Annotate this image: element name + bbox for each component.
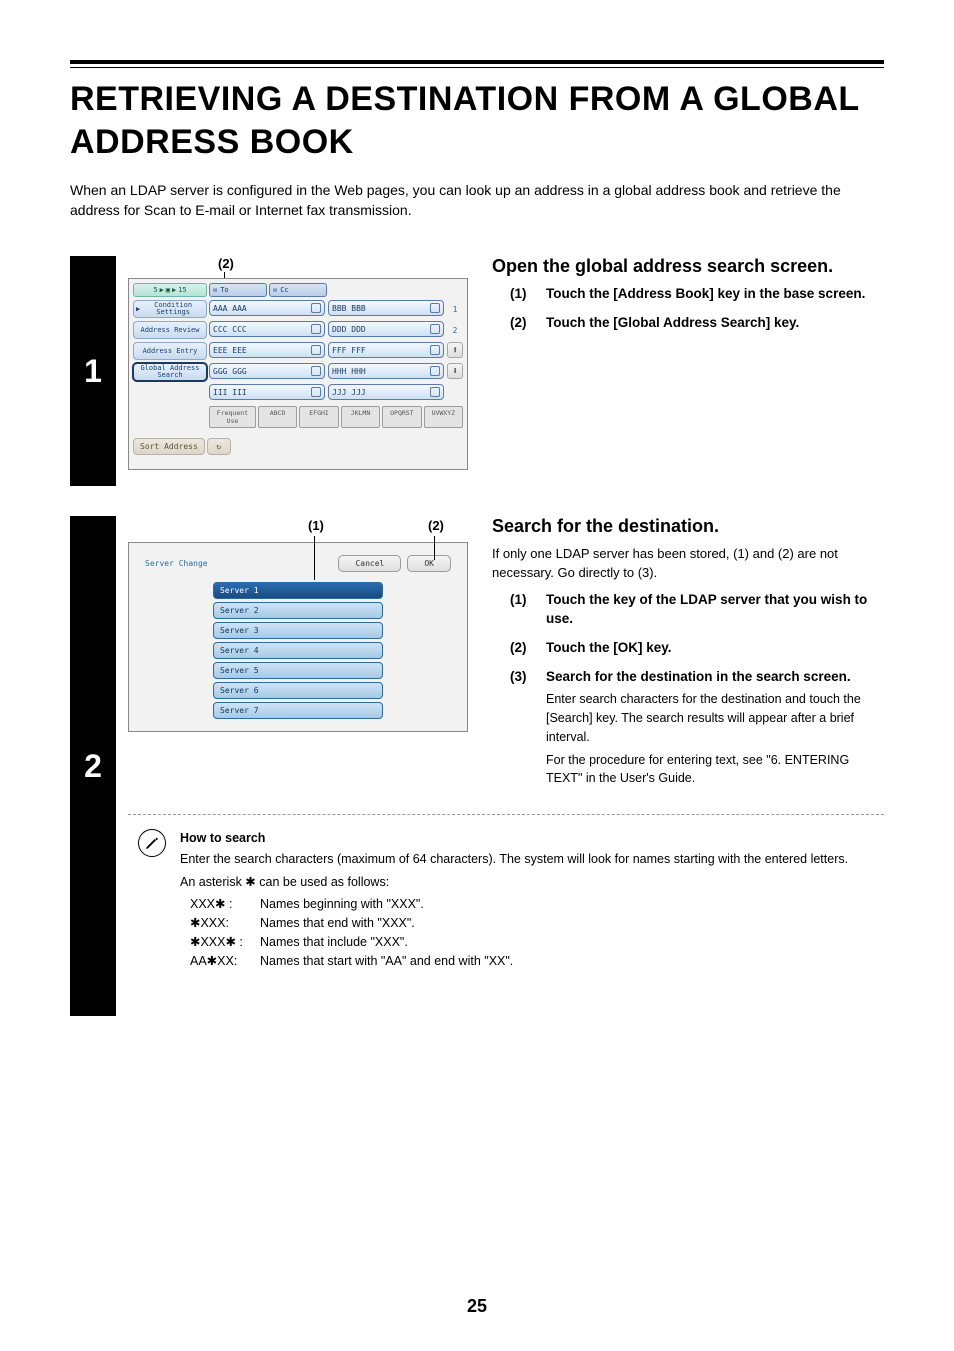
mail-icon: ✉: [273, 286, 277, 294]
server-6[interactable]: Server 6: [213, 682, 383, 699]
tab-jklmn[interactable]: JKLMN: [341, 406, 380, 428]
callout-2-label: (2): [428, 518, 444, 533]
side-address-review[interactable]: Address Review: [133, 321, 207, 339]
page-indicator: 1: [447, 300, 463, 318]
tab-frequent-use[interactable]: Frequent Use: [209, 406, 256, 428]
chevron-right-icon: ▶: [172, 286, 176, 294]
cc-button[interactable]: ✉ Cc: [269, 283, 327, 297]
step-2-lead: If only one LDAP server has been stored,…: [492, 545, 884, 583]
refresh-icon: ↻: [216, 442, 221, 451]
server-3[interactable]: Server 3: [213, 622, 383, 639]
note-heading: How to search: [180, 829, 848, 848]
mail-icon: ✉: [213, 286, 217, 294]
step-2-heading: Search for the destination.: [492, 516, 884, 537]
intro-paragraph: When an LDAP server is configured in the…: [70, 181, 884, 220]
step-2-row: 2 (1) (2) Server Change Cancel OK: [70, 516, 884, 1016]
mail-icon: [311, 387, 321, 397]
callout-2-label: (2): [218, 256, 234, 271]
asterisk-table: XXX✱ :Names beginning with "XXX". ✱XXX:N…: [180, 895, 848, 970]
tab-abcd[interactable]: ABCD: [258, 406, 297, 428]
tab-efghi[interactable]: EFGHI: [299, 406, 338, 428]
top-count-badge[interactable]: 5 ▶ ▣ ▶ 15: [133, 283, 207, 297]
mail-icon: [430, 324, 440, 334]
top-count-2: 15: [178, 286, 186, 294]
address-jjj[interactable]: JJJ JJJ: [328, 384, 444, 400]
server-4[interactable]: Server 4: [213, 642, 383, 659]
pencil-icon: [144, 835, 160, 851]
top-count-1: 5: [153, 286, 157, 294]
scroll-up-button[interactable]: ⬆: [447, 342, 463, 358]
step-1-screenshot: (2) 5 ▶ ▣ ▶ 15 ✉: [128, 256, 468, 470]
refresh-button[interactable]: ↻: [207, 438, 231, 455]
ok-button[interactable]: OK: [407, 555, 451, 572]
cc-label: Cc: [280, 286, 288, 294]
address-fff[interactable]: FFF FFF: [328, 342, 444, 358]
mail-icon: [311, 303, 321, 313]
tab-uvwxyz[interactable]: UVWXYZ: [424, 406, 463, 428]
server-change-label: Server Change: [145, 559, 208, 568]
dashed-separator: [128, 814, 884, 815]
side-address-entry[interactable]: Address Entry: [133, 342, 207, 360]
callout-2-line: [434, 536, 435, 560]
step-1-row: 1 (2) 5 ▶ ▣ ▶ 15: [70, 256, 884, 486]
side-global-address-search[interactable]: Global Address Search: [133, 363, 207, 381]
step-1-number: 1: [70, 256, 116, 486]
step-2-number: 2: [70, 516, 116, 1016]
cancel-button[interactable]: Cancel: [338, 555, 401, 572]
how-to-search-note: How to search Enter the search character…: [138, 829, 884, 970]
address-ddd[interactable]: DDD DDD: [328, 321, 444, 337]
step-2-item-2: (2) Touch the [OK] key.: [492, 639, 884, 658]
arrow-down-icon: ⬇: [452, 366, 458, 377]
address-aaa[interactable]: AAA AAA: [209, 300, 325, 316]
globe-icon: [430, 303, 440, 313]
arrow-up-icon: ⬆: [452, 345, 458, 356]
note-icon: [138, 829, 166, 857]
address-iii[interactable]: III III: [209, 384, 325, 400]
address-bbb[interactable]: BBB BBB: [328, 300, 444, 316]
page-title: RETRIEVING A DESTINATION FROM A GLOBAL A…: [70, 78, 884, 163]
step-2-screenshot: (1) (2) Server Change Cancel OK Server 1: [128, 516, 468, 798]
scroll-down-button[interactable]: ⬇: [447, 363, 463, 379]
side-condition-settings[interactable]: ▶ Condition Settings: [133, 300, 207, 318]
note-body-text: Enter the search characters (maximum of …: [180, 850, 848, 869]
address-eee[interactable]: EEE EEE: [209, 342, 325, 358]
step-2-item-1: (1) Touch the key of the LDAP server tha…: [492, 591, 884, 629]
page-indicator: 2: [447, 321, 463, 339]
phone-icon: [311, 345, 321, 355]
callout-1-label: (1): [308, 518, 324, 533]
server-2[interactable]: Server 2: [213, 602, 383, 619]
page-number: 25: [0, 1296, 954, 1317]
note-asterisk-intro: An asterisk ✱ can be used as follows:: [180, 873, 848, 892]
chevron-right-icon: ▶: [160, 286, 164, 294]
to-button[interactable]: ✉ To: [209, 283, 267, 297]
sort-address-button[interactable]: Sort Address: [133, 438, 205, 455]
phone-icon: [430, 387, 440, 397]
to-label: To: [220, 286, 228, 294]
globe-icon: [430, 366, 440, 376]
step-1-item-1: (1) Touch the [Address Book] key in the …: [492, 285, 884, 304]
step-2-item-3-after1: Enter search characters for the destinat…: [546, 690, 884, 746]
server-7[interactable]: Server 7: [213, 702, 383, 719]
mail-icon: [311, 366, 321, 376]
step-1-heading: Open the global address search screen.: [492, 256, 884, 277]
title-rule: [70, 60, 884, 68]
phone-icon: [311, 324, 321, 334]
step-1-item-2: (2) Touch the [Global Address Search] ke…: [492, 314, 884, 333]
address-ggg[interactable]: GGG GGG: [209, 363, 325, 379]
step-2-item-3-after2: For the procedure for entering text, see…: [546, 751, 884, 789]
callout-1-line: [314, 536, 315, 580]
address-hhh[interactable]: HHH HHH: [328, 363, 444, 379]
tab-opqrst[interactable]: OPQRST: [382, 406, 421, 428]
server-5[interactable]: Server 5: [213, 662, 383, 679]
server-1[interactable]: Server 1: [213, 582, 383, 599]
book-icon: ▣: [166, 286, 170, 294]
step-2-item-3: (3) Search for the destination in the se…: [492, 668, 884, 789]
chevron-right-icon: ▶: [136, 306, 140, 313]
address-ccc[interactable]: CCC CCC: [209, 321, 325, 337]
folder-icon: [430, 345, 440, 355]
